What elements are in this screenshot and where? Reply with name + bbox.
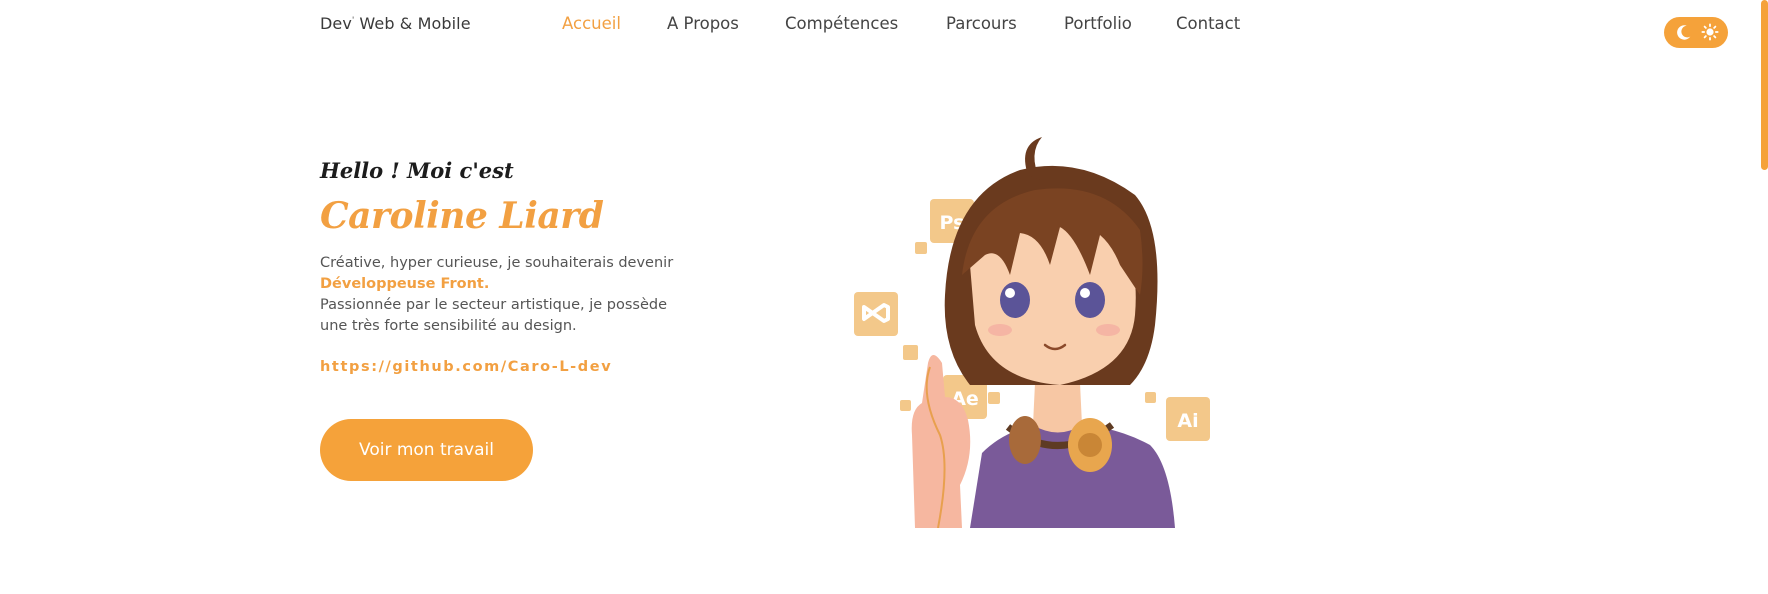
hero-description: Créative, hyper curieuse, je souhaiterai… [320,253,680,337]
left-eye [1000,282,1030,318]
avatar-illustration: Ps Ae Ai [854,137,1210,528]
hero-greeting: Hello ! Moi c'est [320,158,514,183]
brand-logo[interactable]: Dev' Web & Mobile [320,14,471,33]
deco-square [900,400,911,411]
description-highlight: Développeuse Front. [320,276,490,292]
right-eye [1075,282,1105,318]
nav-parcours[interactable]: Parcours [946,14,1017,33]
deco-square [903,345,918,360]
theme-toggle[interactable] [1664,17,1728,48]
brand-subtitle: Web & Mobile [354,14,471,33]
nav-contact[interactable]: Contact [1176,14,1240,33]
description-line1: Créative, hyper curieuse, je souhaiterai… [320,255,674,271]
brand-text: Dev [320,14,352,33]
moon-icon [1677,25,1691,40]
sun-icon [1701,23,1719,41]
description-line2: Passionnée par le secteur artistique, je… [320,297,668,334]
nav-accueil[interactable]: Accueil [562,14,621,33]
illustrator-icon: Ai [1166,397,1210,441]
svg-text:Ai: Ai [1177,410,1198,432]
view-work-button[interactable]: Voir mon travail [320,419,533,481]
github-link[interactable]: https://github.com/Caro-L-dev [320,359,612,375]
nav-a-propos[interactable]: A Propos [667,14,739,33]
nav-competences[interactable]: Compétences [785,14,898,33]
scrollbar-thumb[interactable] [1761,0,1768,170]
hero-name: Caroline Liard [320,195,604,237]
deco-square [988,392,1000,404]
vscode-icon [854,292,898,336]
nav-portfolio[interactable]: Portfolio [1064,14,1132,33]
deco-square [915,242,927,254]
deco-square [1145,392,1156,403]
headphone-left [1009,416,1041,464]
